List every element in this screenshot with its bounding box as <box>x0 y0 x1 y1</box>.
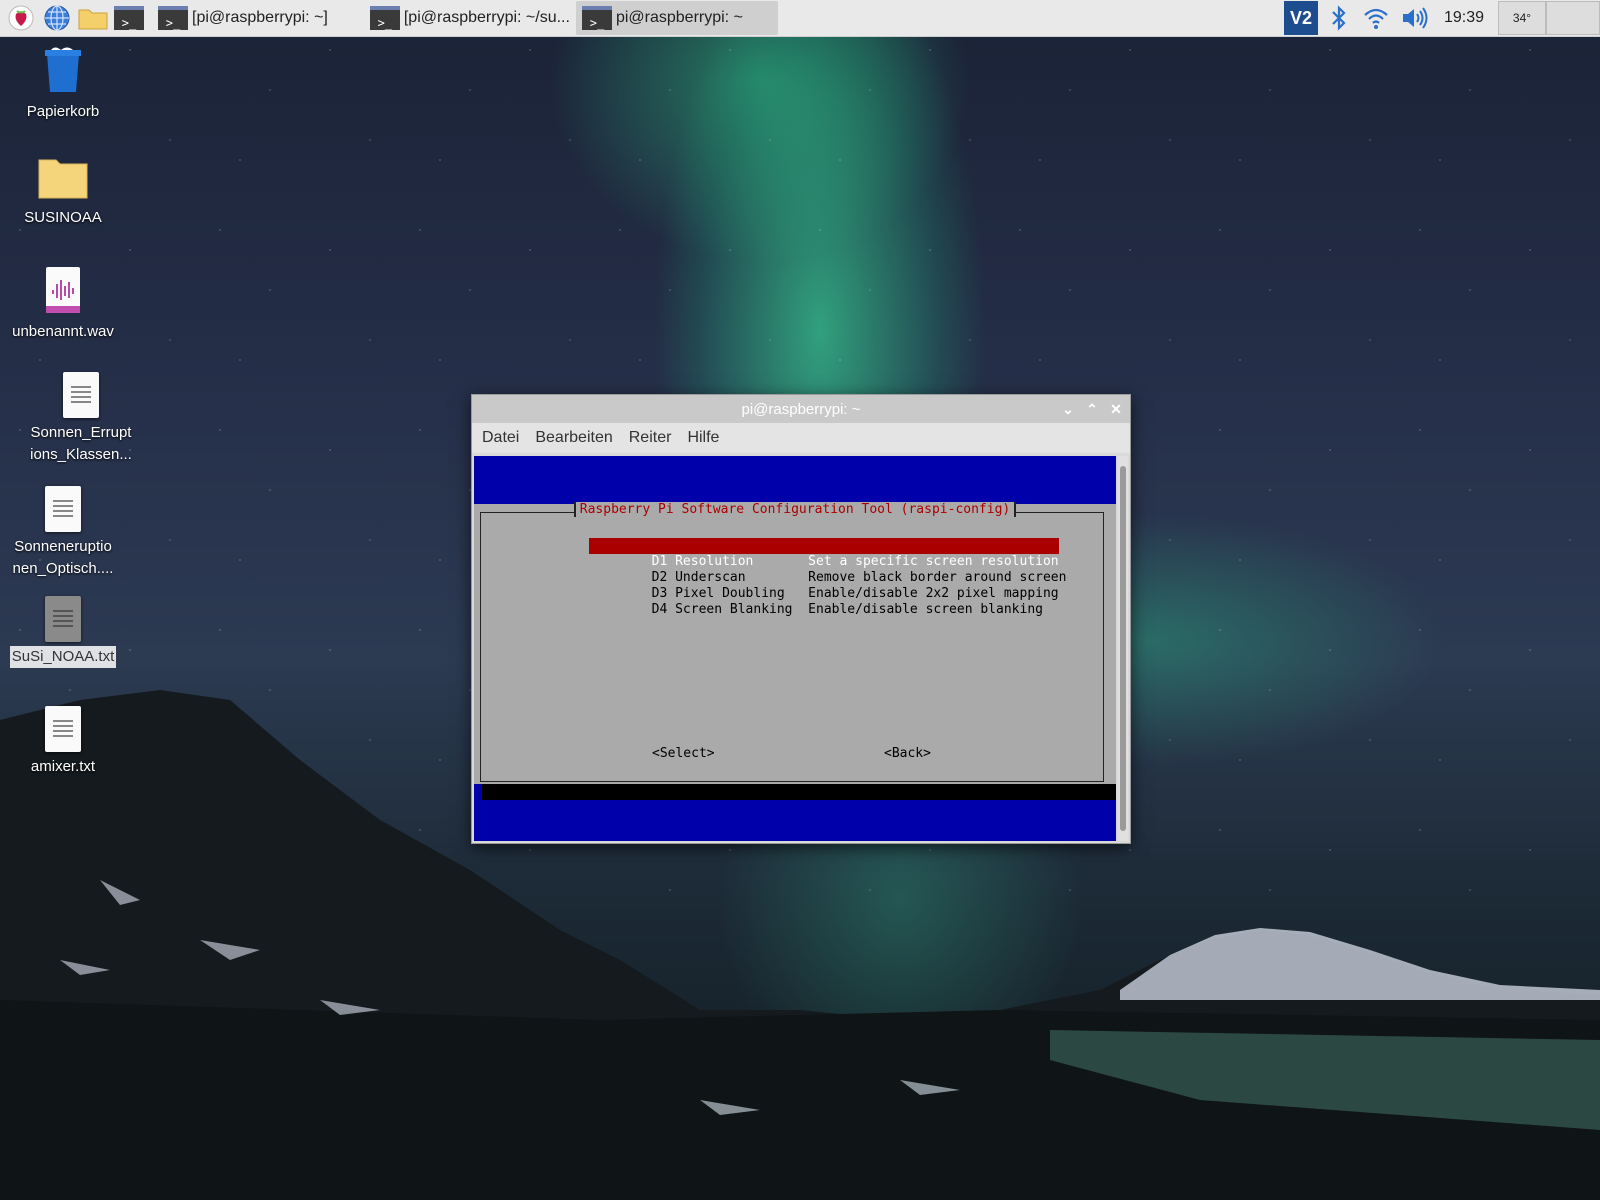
bluetooth-icon[interactable] <box>1328 3 1350 33</box>
clock[interactable]: 19:39 <box>1444 9 1484 27</box>
terminal-area[interactable]: Raspberry Pi Software Configuration Tool… <box>474 456 1116 841</box>
desktop-icon-audio-file[interactable]: unbenannt.wav <box>8 266 118 343</box>
menu-option-d4[interactable]: D4 Screen Blanking Enable/disable screen… <box>589 586 1043 617</box>
text-file-icon <box>45 486 81 532</box>
taskbar-task-label: [pi@raspberrypi: ~] <box>192 9 328 26</box>
cpu-usage-graph[interactable] <box>1546 1 1600 35</box>
option-key: D4 Screen Blanking <box>651 602 793 617</box>
dialog-shadow <box>482 784 1116 800</box>
menu-option-d2[interactable]: D2 Underscan Remove black border around … <box>589 554 1067 585</box>
menu-option-d3[interactable]: D3 Pixel Doubling Enable/disable 2x2 pix… <box>589 570 1059 601</box>
desktop-icon-folder[interactable]: SUSINOAA <box>8 156 118 229</box>
desktop-icon-text-file[interactable]: Sonnen_Erruptions_Klassen... <box>26 372 136 466</box>
terminal-window: pi@raspberrypi: ~ ⌄ ⌃ ✕ Datei Bearbeiten… <box>471 394 1131 844</box>
menu-bearbeiten[interactable]: Bearbeiten <box>535 429 612 447</box>
minimize-icon[interactable]: ⌄ <box>1060 401 1076 417</box>
taskbar-task-1[interactable]: >_ [pi@raspberrypi: ~] <box>152 1 334 35</box>
cpu-temperature[interactable]: 34° <box>1498 1 1546 35</box>
web-browser-icon[interactable] <box>42 3 72 33</box>
raspberry-menu-icon[interactable] <box>6 3 36 33</box>
text-file-icon <box>45 596 81 642</box>
back-button[interactable]: <Back> <box>884 746 931 761</box>
trash-icon <box>45 47 81 92</box>
desktop-icon-label: SuSi_NOAA.txt <box>9 646 117 668</box>
menu-hilfe[interactable]: Hilfe <box>687 429 719 447</box>
maximize-icon[interactable]: ⌃ <box>1084 401 1100 417</box>
scrollbar-thumb[interactable] <box>1120 466 1126 831</box>
menu-option-d1[interactable]: D1 Resolution Set a specific screen reso… <box>589 538 1059 569</box>
volume-icon[interactable] <box>1400 3 1430 33</box>
system-tray: V2 19:39 34° <box>1283 0 1600 36</box>
menu-datei[interactable]: Datei <box>482 429 519 447</box>
terminal-icon: >_ <box>369 6 400 30</box>
window-title: pi@raspberrypi: ~ <box>741 400 861 418</box>
menubar: Datei Bearbeiten Reiter Hilfe <box>472 423 1130 453</box>
option-desc: Enable/disable screen blanking <box>808 602 1043 617</box>
dialog-title-container: Raspberry Pi Software Configuration Tool… <box>474 502 1116 517</box>
folder-icon <box>38 159 88 199</box>
desktop-icon-label: Sonnen_Erruptions_Klassen... <box>30 424 132 463</box>
desktop-icon-text-file[interactable]: Sonneneruptionen_Optisch.... <box>8 486 118 580</box>
desktop-icon-label: Sonneneruptionen_Optisch.... <box>12 538 114 577</box>
file-manager-icon[interactable] <box>78 3 108 33</box>
taskbar-task-label: pi@raspberrypi: ~ <box>615 9 743 26</box>
terminal-icon: >_ <box>158 6 188 30</box>
terminal-scrollbar[interactable] <box>1118 456 1128 841</box>
text-file-icon <box>45 706 81 752</box>
terminal-icon: >_ <box>581 6 612 30</box>
wifi-icon[interactable] <box>1362 3 1390 33</box>
text-file-icon <box>63 372 99 418</box>
dialog-title: Raspberry Pi Software Configuration Tool… <box>573 502 1017 517</box>
desktop-icon-text-file-selected[interactable]: SuSi_NOAA.txt <box>8 596 118 668</box>
desktop-icon-label: amixer.txt <box>30 758 96 775</box>
window-titlebar[interactable]: pi@raspberrypi: ~ ⌄ ⌃ ✕ <box>472 395 1130 423</box>
desktop-icon-text-file[interactable]: amixer.txt <box>8 706 118 778</box>
taskbar-task-3[interactable]: >_ pi@raspberrypi: ~ <box>575 1 778 35</box>
taskbar-task-label: [pi@raspberrypi: ~/su... <box>403 9 570 26</box>
audio-file-icon <box>46 267 80 313</box>
desktop-icon-label: Papierkorb <box>26 103 100 120</box>
close-icon[interactable]: ✕ <box>1108 401 1124 417</box>
menu-reiter[interactable]: Reiter <box>629 429 672 447</box>
taskbar-task-2[interactable]: >_ [pi@raspberrypi: ~/su... <box>364 1 576 35</box>
select-button[interactable]: <Select> <box>652 746 715 761</box>
raspi-config-dialog: Raspberry Pi Software Configuration Tool… <box>474 502 1116 784</box>
terminal-launcher-icon[interactable]: >_ <box>114 3 144 33</box>
desktop-icon-label: unbenannt.wav <box>12 323 114 340</box>
vnc-icon[interactable]: V2 <box>1283 1 1318 35</box>
desktop-icon-trash[interactable]: Papierkorb <box>8 46 118 123</box>
desktop-icon-label: SUSINOAA <box>24 209 102 226</box>
taskbar: >_ >_ [pi@raspberrypi: ~] >_ [pi@raspber… <box>0 0 1600 37</box>
